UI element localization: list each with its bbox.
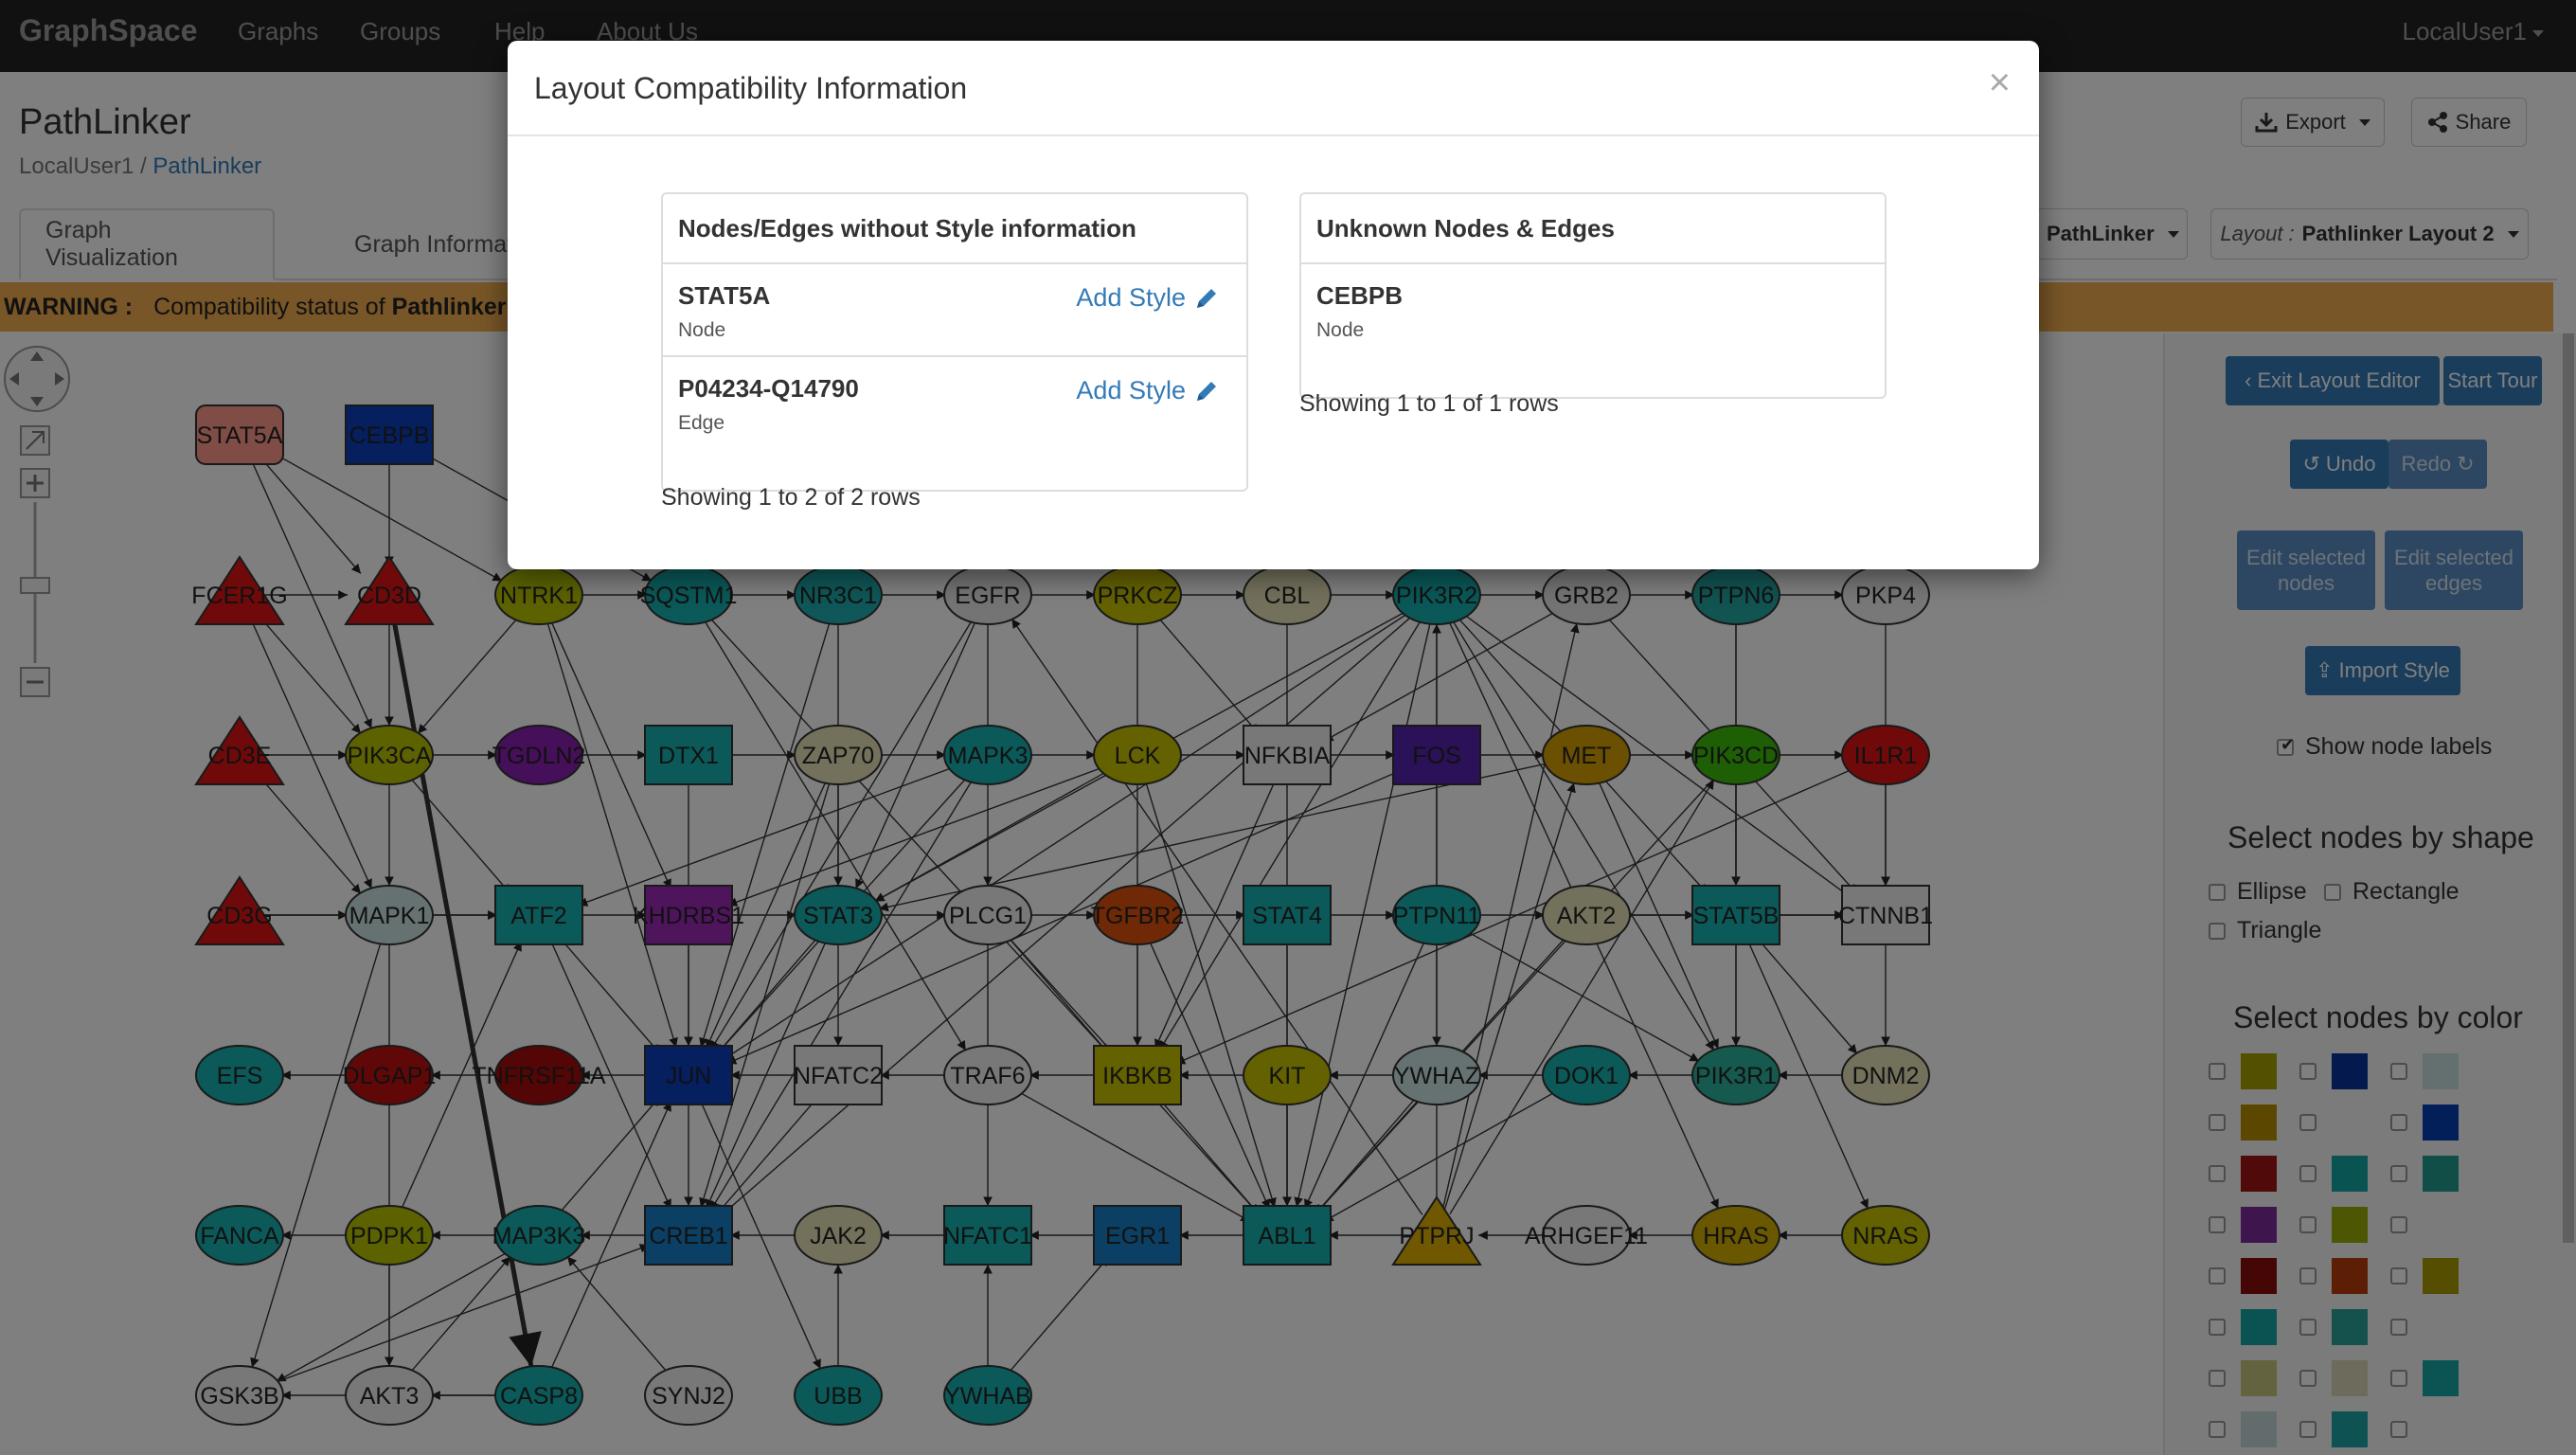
add-style-link[interactable]: Add Style xyxy=(1076,283,1220,313)
no-style-panel-heading: Nodes/Edges without Style information xyxy=(663,194,1246,264)
row-name: STAT5A xyxy=(678,281,771,310)
modal-header: Layout Compatibility Information × xyxy=(508,41,2039,136)
table-row: CEBPB Node xyxy=(1301,264,1885,357)
no-style-pagination: Showing 1 to 2 of 2 rows xyxy=(661,484,921,511)
modal-title: Layout Compatibility Information xyxy=(534,71,968,105)
close-icon[interactable]: × xyxy=(1989,62,2011,104)
unknown-panel-heading: Unknown Nodes & Edges xyxy=(1301,194,1885,264)
add-style-label: Add Style xyxy=(1076,283,1186,312)
row-type: Edge xyxy=(678,412,725,434)
unknown-panel: Unknown Nodes & Edges CEBPB Node xyxy=(1299,192,1887,399)
pencil-icon xyxy=(1197,288,1216,308)
row-name: CEBPB xyxy=(1316,281,1404,310)
unknown-pagination: Showing 1 to 1 of 1 rows xyxy=(1299,390,1559,417)
add-style-label: Add Style xyxy=(1076,376,1186,404)
pencil-icon xyxy=(1197,381,1216,401)
table-row: P04234-Q14790 Edge Add Style xyxy=(663,357,1246,450)
row-name: P04234-Q14790 xyxy=(678,374,859,403)
row-type: Node xyxy=(678,319,726,341)
no-style-panel: Nodes/Edges without Style information ST… xyxy=(661,192,1248,492)
row-type: Node xyxy=(1316,319,1365,341)
add-style-link[interactable]: Add Style xyxy=(1076,376,1220,405)
layout-compatibility-modal: Layout Compatibility Information × Nodes… xyxy=(508,41,2039,569)
table-row: STAT5A Node Add Style xyxy=(663,264,1246,357)
